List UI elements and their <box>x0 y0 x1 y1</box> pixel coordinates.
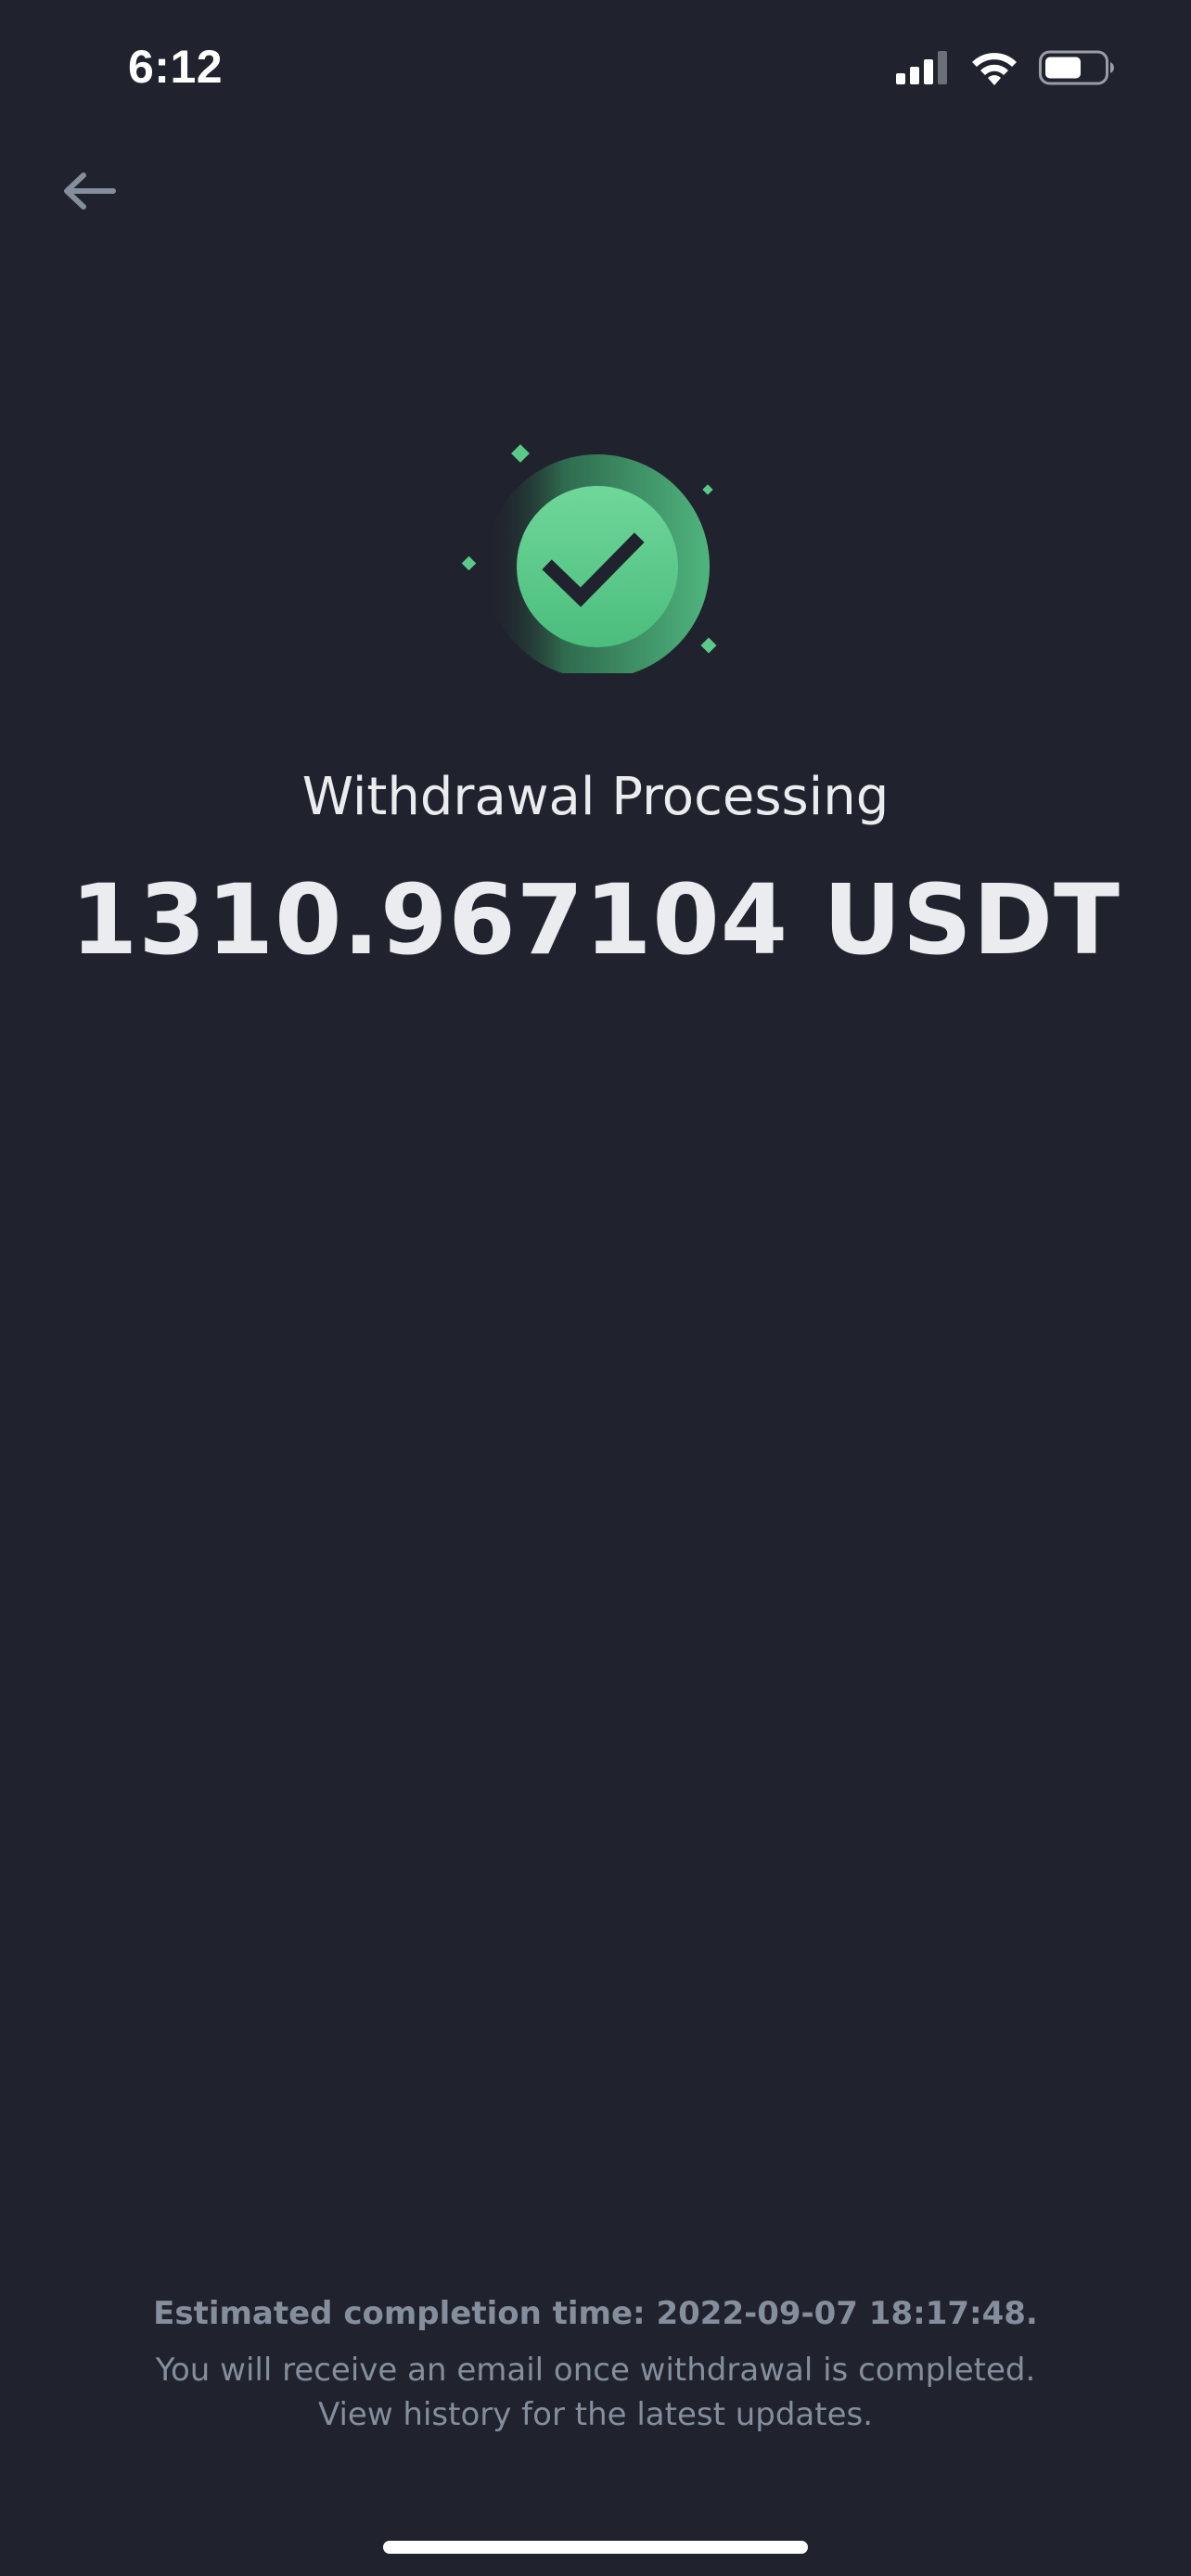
cellular-signal-icon <box>896 51 950 84</box>
estimated-completion-time: Estimated completion time: 2022-09-07 18… <box>153 2295 1038 2332</box>
arrow-left-icon <box>61 171 117 215</box>
status-icons <box>896 46 1115 89</box>
battery-icon <box>1039 49 1115 86</box>
check-circle-icon <box>461 444 717 679</box>
email-note: You will receive an email once withdrawa… <box>155 2352 1036 2389</box>
result-title: Withdrawal Processing <box>301 767 890 827</box>
back-button[interactable] <box>52 156 126 230</box>
home-indicator[interactable] <box>383 2541 808 2554</box>
success-graphic <box>449 430 746 679</box>
withdrawal-amount: 1310.967104 USDT <box>70 863 1121 976</box>
footer-info: Estimated completion time: 2022-09-07 18… <box>0 2290 1191 2437</box>
wifi-icon <box>970 50 1018 85</box>
history-note: View history for the latest updates. <box>317 2396 874 2433</box>
status-time: 6:12 <box>128 41 224 93</box>
